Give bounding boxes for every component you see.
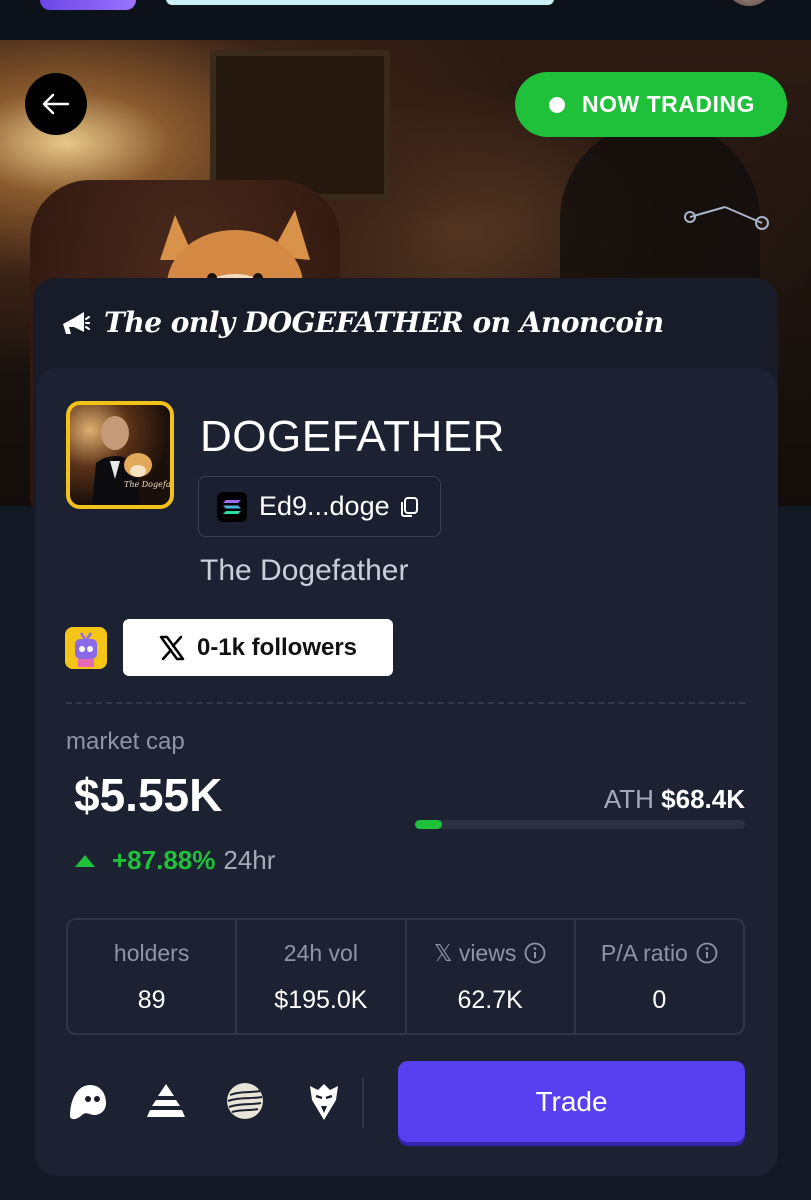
market-cap-label: market cap (66, 728, 185, 755)
info-icon[interactable] (696, 942, 718, 964)
vertical-divider (362, 1078, 364, 1128)
user-avatar-icon[interactable] (728, 0, 770, 6)
price-change: +87.88% 24hr (74, 845, 275, 876)
followers-label: 0-1k followers (196, 633, 358, 661)
triangle-up-icon (75, 854, 95, 867)
stat-label: 24h vol (283, 939, 358, 966)
divider (66, 702, 745, 704)
ghost-icon[interactable] (66, 1080, 108, 1122)
platform-links (66, 1080, 345, 1122)
search-input[interactable] (166, 0, 554, 5)
tagline: The only DOGEFATHER on Anoncoin (60, 306, 664, 339)
banner-picture-frame (210, 50, 390, 200)
anoncoin-logo-icon[interactable] (40, 0, 136, 10)
token-page: NOW TRADING The only DOGEFATHER on Anonc… (0, 0, 811, 1200)
megaphone-icon (63, 311, 90, 334)
top-bar (0, 0, 811, 40)
token-image-caption: The Dogefather (124, 480, 170, 489)
stat-value: 0 (652, 986, 667, 1014)
copy-icon[interactable] (398, 496, 420, 518)
token-artwork: The Dogefather (92, 416, 170, 505)
stat-label: P/A ratio (601, 938, 718, 968)
ath-label: ATH (603, 784, 654, 814)
solana-icon (217, 491, 247, 522)
stat-value: 89 (137, 986, 166, 1014)
stat-x-views: 𝕏 views 62.7K (407, 920, 576, 1033)
eagle-icon[interactable] (303, 1080, 345, 1122)
ath-value: $68.4K (661, 784, 745, 814)
now-trading-badge: NOW TRADING (515, 72, 787, 137)
stats-grid: holders 89 24h vol $195.0K 𝕏 views 62.7K… (66, 918, 745, 1035)
change-period: 24hr (223, 845, 276, 875)
orb-icon[interactable] (224, 1080, 266, 1122)
token-description: The Dogefather (200, 554, 409, 587)
x-followers-badge[interactable]: 0-1k followers (123, 619, 393, 676)
arrow-left-icon (42, 93, 70, 115)
ath-progress-bar (415, 820, 745, 829)
robot-avatar-icon[interactable] (65, 627, 107, 669)
status-label: NOW TRADING (582, 91, 755, 117)
stat-label: 𝕏 views (434, 938, 546, 968)
stat-value: 62.7K (457, 986, 523, 1014)
change-value: +87.88% (112, 845, 216, 875)
tagline-text: The only DOGEFATHER on Anoncoin (104, 306, 664, 339)
stat-pa-ratio: P/A ratio 0 (576, 920, 743, 1033)
info-icon[interactable] (524, 942, 546, 964)
contract-address: Ed9...doge (259, 491, 390, 521)
token-image[interactable]: The Dogefather (66, 401, 174, 509)
token-name: DOGEFATHER (200, 412, 505, 461)
triangle-icon[interactable] (145, 1080, 187, 1122)
back-button[interactable] (25, 73, 87, 135)
market-cap-value: $5.55K (74, 769, 223, 821)
trade-button[interactable]: Trade (398, 1061, 745, 1142)
ath-progress-fill (415, 820, 442, 829)
sparkle-icon (684, 206, 769, 230)
status-dot-icon (549, 96, 565, 113)
x-logo-icon (159, 635, 185, 660)
contract-address-button[interactable]: Ed9...doge (198, 476, 441, 537)
stat-value: $195.0K (274, 986, 368, 1014)
ath-indicator: ATH $68.4K (604, 784, 745, 815)
stat-holders: holders 89 (68, 920, 238, 1033)
stat-volume: 24h vol $195.0K (237, 920, 407, 1033)
stat-label: holders (113, 939, 190, 966)
